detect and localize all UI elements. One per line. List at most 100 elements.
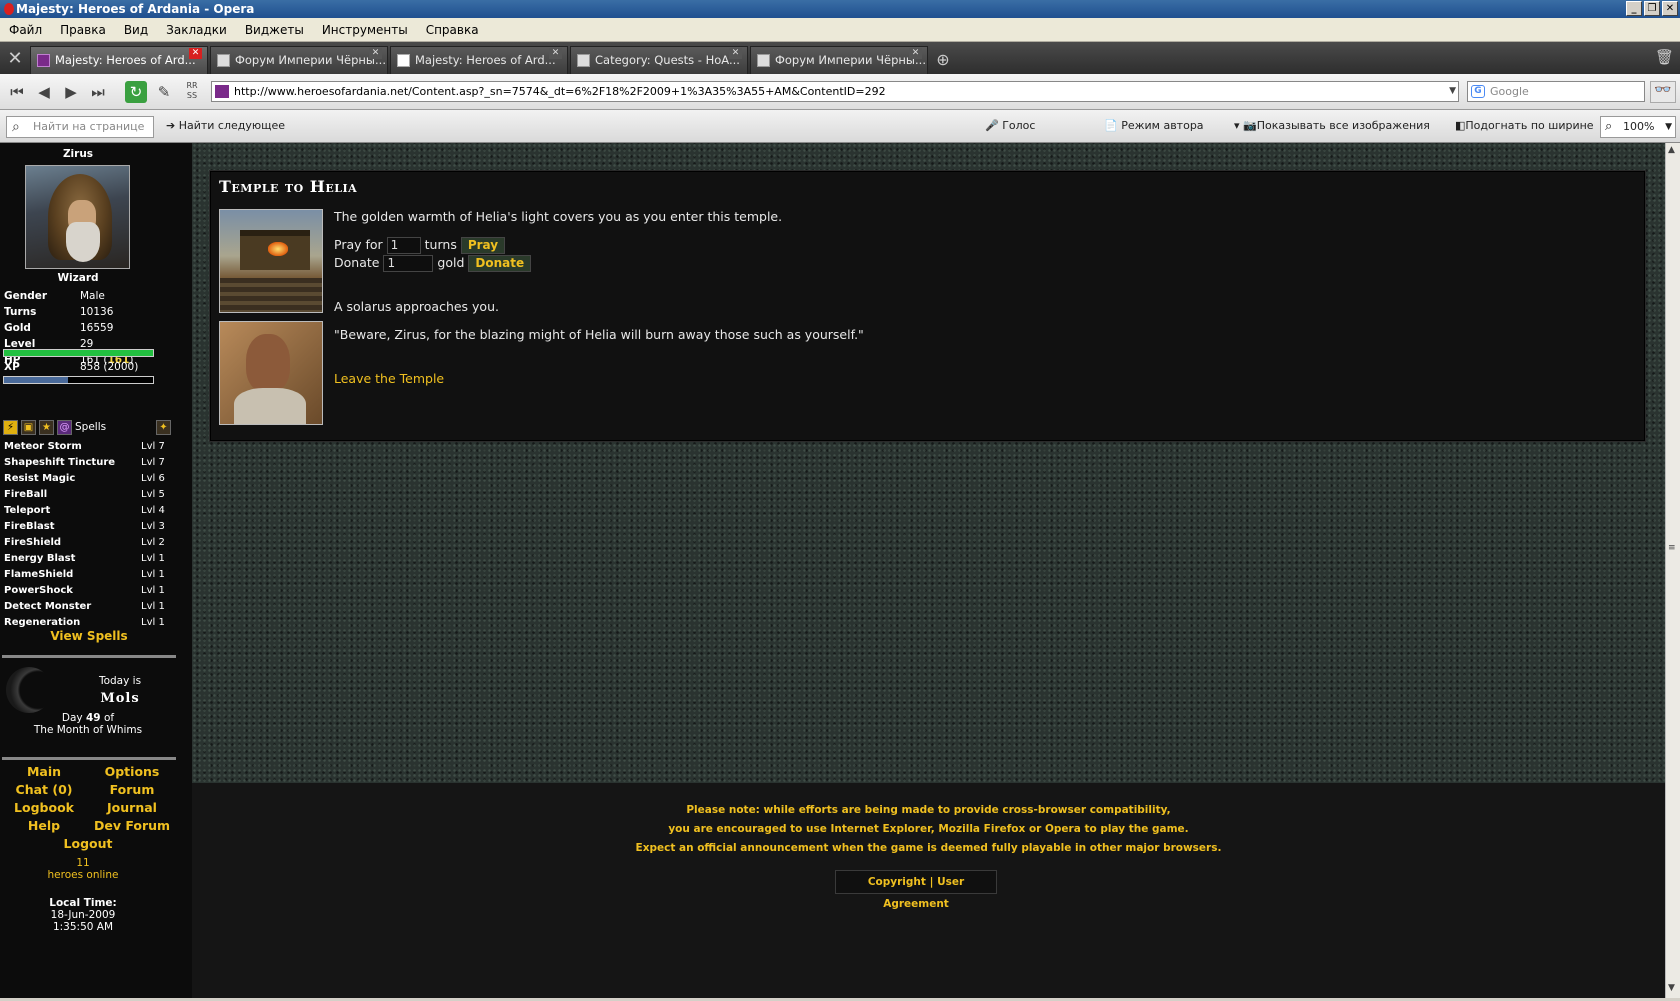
chest-icon[interactable]: ▣ (21, 419, 36, 435)
page-footer: Please note: while efforts are being mad… (192, 783, 1665, 998)
character-portrait[interactable] (25, 165, 130, 269)
tab-hoa-2[interactable]: Majesty: Heroes of Ard... ✕ (390, 46, 568, 74)
menu-edit[interactable]: Правка (51, 23, 115, 37)
notice-line: Please note: while efforts are being mad… (686, 804, 1171, 816)
nav-logout[interactable]: Logout (0, 835, 176, 853)
menu-bar: Файл Правка Вид Закладки Виджеты Инструм… (0, 18, 1680, 42)
forward-icon[interactable]: ▶ (60, 81, 82, 103)
view-spells-link[interactable]: View Spells (0, 629, 178, 643)
page-title: Temple to Helia (219, 177, 358, 196)
menu-widgets[interactable]: Виджеты (236, 23, 313, 37)
scroll-icon[interactable]: ✦ (156, 419, 171, 435)
zoom-select[interactable]: ⌕ 100% ▼ (1600, 116, 1676, 138)
nav-forum[interactable]: Forum (88, 781, 176, 799)
voice-button[interactable]: 🎤 Голос (985, 119, 1035, 132)
spell-level: Lvl 6 (141, 473, 165, 484)
fit-width-label: Подогнать по ширине (1465, 119, 1594, 132)
nav-logbook[interactable]: Logbook (0, 799, 88, 817)
rss-icon[interactable]: RR SS (181, 81, 203, 103)
menu-help[interactable]: Справка (417, 23, 488, 37)
fast-forward-icon[interactable]: ⏭ (87, 81, 109, 103)
minimize-button[interactable]: _ (1626, 1, 1642, 16)
close-window-button[interactable]: ✕ (1662, 1, 1678, 16)
maximize-button[interactable]: ❐ (1644, 1, 1660, 16)
chevron-down-icon[interactable]: ▼ (1449, 82, 1456, 101)
tab-label: Форум Империи Чёрны... (235, 53, 386, 67)
spell-row[interactable]: Meteor Storm Lvl 7 (4, 439, 169, 455)
close-tab-icon[interactable]: ✕ (189, 48, 202, 59)
spell-row[interactable]: Detect Monster Lvl 1 (4, 599, 169, 615)
copyright-link[interactable]: Copyright (868, 876, 926, 888)
spell-row[interactable]: Shapeshift Tincture Lvl 7 (4, 455, 169, 471)
nav-dev-forum[interactable]: Dev Forum (88, 817, 176, 835)
author-mode-button[interactable]: 📄 Режим автора (1104, 119, 1204, 132)
pray-suffix: turns (424, 237, 457, 252)
star-icon[interactable]: ★ (39, 419, 54, 435)
find-input[interactable]: ⌕ Найти на странице (6, 116, 154, 138)
window-title: Majesty: Heroes of Ardania - Opera (16, 2, 255, 16)
lightning-icon[interactable]: ⚡ (3, 419, 18, 435)
reload-icon[interactable]: ↻ (125, 81, 147, 103)
search-input[interactable]: G Google (1467, 81, 1645, 102)
tab-quests[interactable]: Category: Quests - HoA... ✕ (570, 46, 748, 74)
document-icon (577, 54, 590, 67)
nav-main[interactable]: Main (0, 763, 88, 781)
menu-file[interactable]: Файл (0, 23, 51, 37)
spell-row[interactable]: Resist Magic Lvl 6 (4, 471, 169, 487)
spell-row[interactable]: Energy Blast Lvl 1 (4, 551, 169, 567)
glasses-icon[interactable]: 👓 (1650, 81, 1676, 103)
new-tab-button[interactable]: ⊕ (930, 46, 956, 74)
back-icon[interactable]: ◀ (33, 81, 55, 103)
menu-bookmarks[interactable]: Закладки (157, 23, 236, 37)
nav-options[interactable]: Options (88, 763, 176, 781)
spell-row[interactable]: FireShield Lvl 2 (4, 535, 169, 551)
day-name: Mols (100, 691, 140, 706)
scroll-down-icon[interactable]: ▼ (1668, 983, 1675, 993)
game-nav: Main Options Chat (0) Forum Logbook Journal… (0, 763, 176, 853)
spell-row[interactable]: FireBall Lvl 5 (4, 487, 169, 503)
scroll-grip-icon[interactable]: ≡ (1668, 543, 1676, 553)
donate-button[interactable]: Donate (468, 255, 532, 272)
rewind-icon[interactable]: ⏮ (6, 81, 28, 103)
xp-max: 2000 (107, 361, 135, 373)
voice-label: Голос (1002, 119, 1036, 132)
zoom-icon: ⌕ (1605, 119, 1613, 134)
spell-row[interactable]: PowerShock Lvl 1 (4, 583, 169, 599)
edit-icon[interactable]: ✎ (153, 81, 175, 103)
temple-intro: The golden warmth of Helia's light cover… (334, 209, 783, 224)
scroll-up-icon[interactable]: ▲ (1668, 145, 1675, 155)
tab-hoa-active[interactable]: Majesty: Heroes of Ard... ✕ (30, 46, 208, 74)
close-tab-icon[interactable]: ✕ (729, 48, 742, 59)
show-images-button[interactable]: ▾ 📷Показывать все изображения (1234, 119, 1430, 132)
tools-icon[interactable]: ✕ (0, 42, 30, 74)
tab-forum-1[interactable]: Форум Империи Чёрны... ✕ (210, 46, 388, 74)
leave-temple-link[interactable]: Leave the Temple (334, 371, 444, 386)
nav-chat[interactable]: Chat (0) (0, 781, 88, 799)
address-bar[interactable]: http://www.heroesofardania.net/Content.a… (211, 81, 1459, 102)
close-tab-icon[interactable]: ✕ (549, 48, 562, 59)
donate-gold-input[interactable]: 1 (383, 255, 434, 272)
nav-journal[interactable]: Journal (88, 799, 176, 817)
spell-swirl-icon[interactable]: @ (57, 419, 72, 435)
solarus-portrait (219, 321, 323, 425)
trash-icon[interactable]: 🗑 (1655, 48, 1674, 66)
character-name: Zirus (62, 148, 94, 160)
tab-forum-2[interactable]: Форум Империи Чёрны... ✕ (750, 46, 928, 74)
spell-row[interactable]: Teleport Lvl 4 (4, 503, 169, 519)
menu-view[interactable]: Вид (115, 23, 157, 37)
spell-row[interactable]: FlameShield Lvl 1 (4, 567, 169, 583)
close-tab-icon[interactable]: ✕ (909, 48, 922, 59)
main-content: Temple to Helia The golden warmth of Hel… (192, 143, 1665, 783)
fit-width-button[interactable]: ◧Подогнать по ширине (1455, 119, 1594, 132)
nav-help[interactable]: Help (0, 817, 88, 835)
donate-prefix: Donate (334, 255, 380, 270)
spell-row[interactable]: FireBlast Lvl 3 (4, 519, 169, 535)
vertical-scrollbar[interactable]: ▲ ≡ ▼ (1665, 143, 1680, 998)
find-next-button[interactable]: ➔ Найти следующее (166, 119, 285, 132)
menu-tools[interactable]: Инструменты (313, 23, 417, 37)
pray-turns-input[interactable]: 1 (386, 237, 421, 254)
spell-level: Lvl 5 (141, 489, 165, 500)
quick-icons: ⚡ ▣ ★ @ Spells ✦ (3, 417, 171, 437)
close-tab-icon[interactable]: ✕ (369, 48, 382, 59)
pray-button[interactable]: Pray (460, 237, 506, 254)
